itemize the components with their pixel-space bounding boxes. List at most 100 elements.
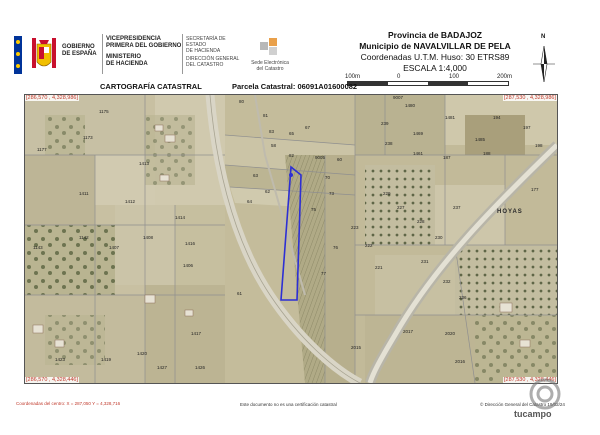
parcel-label: 63	[253, 173, 259, 178]
parcel-label: 1414	[175, 215, 186, 220]
parcel-label: 1175	[99, 109, 109, 114]
parcel-label: 197	[523, 125, 531, 130]
parcel-label: 80	[239, 99, 245, 104]
north-arrow-icon	[533, 45, 555, 83]
parcel-label: 221	[375, 265, 383, 270]
parcel-label: 58	[271, 143, 277, 148]
scale-tick: 0	[397, 74, 401, 80]
parcel-label: 61	[237, 291, 243, 296]
parcel-label: 1412	[125, 199, 136, 204]
parcel-label: 1177	[37, 147, 47, 152]
parcel-label: 227	[397, 205, 405, 210]
header: GOBIERNO DE ESPAÑA VICEPRESIDENCIA PRIMERA…	[0, 0, 600, 91]
municipality-title: Municipio de NAVALVILLAR DE PELA	[359, 41, 511, 51]
parcel-label: 1469	[413, 131, 424, 136]
parcel-label: 9005	[315, 155, 326, 160]
scale-tick: 100	[449, 74, 460, 80]
parcel-label: 2020	[445, 331, 456, 336]
parcel-label: 1461	[413, 151, 424, 156]
parcel-label: 1427	[157, 365, 168, 370]
parcel-label: 1411	[79, 191, 89, 196]
scale-tick: 200m	[497, 74, 513, 80]
gov-label: GOBIERNO DE ESPAÑA	[62, 44, 97, 57]
parcel-label: 2017	[403, 329, 414, 334]
parcel-label: 236	[459, 295, 467, 300]
parcel-label: 77	[321, 271, 327, 276]
caption-row: CARTOGRAFÍA CATASTRAL Parcela Catastral:…	[100, 82, 500, 94]
parcel-label: 198	[535, 143, 543, 148]
parcel-label: 1413	[139, 161, 150, 166]
coord-top-left: [286,570 , 4,328,986]	[25, 95, 79, 101]
coord-bottom-left: [286,570 , 4,328,446]	[25, 377, 79, 383]
parcel-label: 2015	[351, 345, 362, 350]
parcel-label: 1419	[101, 357, 112, 362]
tucampo-logo-icon	[529, 378, 561, 410]
place-label-hoyas: HOYAS	[497, 209, 523, 215]
parcel-label: 229	[383, 191, 391, 196]
parcel-label: 188	[483, 151, 491, 156]
vicepresidency-label: VICEPRESIDENCIA PRIMERA DEL GOBIERNO	[106, 36, 182, 49]
parcel-label: 187	[443, 155, 451, 160]
coordinate-system: Coordenadas U.T.M. Huso: 30 ETRS89	[360, 52, 510, 62]
sede-label: Sede Electrónica del Catastro	[251, 60, 289, 72]
parcel-label: 1406	[183, 263, 194, 268]
parcel-label: 237	[453, 205, 461, 210]
parcel-label: 64	[247, 199, 253, 204]
parcel-label: 75	[311, 207, 317, 212]
parcel-label: 1142	[79, 235, 89, 240]
parcel-label: 1480	[405, 103, 416, 108]
parcel-label: 81	[263, 113, 269, 118]
parcel-label: 194	[493, 115, 501, 120]
scale-label: ESCALA 1:4,000	[403, 63, 467, 73]
parcel-label: 177	[531, 187, 539, 192]
parcel-label: 1408	[143, 235, 154, 240]
parcel-label: 228	[417, 219, 425, 224]
parcel-label: 1407	[109, 245, 120, 250]
parcel-label: 1417	[191, 331, 202, 336]
parcel-label: 62	[265, 189, 271, 194]
parcel-label: 223	[351, 225, 359, 230]
parcel-label: 1485	[475, 137, 486, 142]
cartography-caption: CARTOGRAFÍA CATASTRAL	[100, 82, 202, 91]
parcel-label: 83	[269, 129, 275, 134]
title-block: Provincia de BADAJOZ Municipio de NAVALV…	[320, 30, 550, 74]
province-title: Provincia de BADAJOZ	[388, 30, 482, 40]
sede-logo-icon	[260, 38, 277, 55]
parcel-label: 239	[381, 121, 389, 126]
parcel-label: 1426	[195, 365, 206, 370]
notice-text: Este documento no es una certificación c…	[240, 402, 337, 407]
parcel-label: 67	[305, 125, 311, 130]
secretariat-label: SECRETARÍA DE ESTADO DE HACIENDA	[186, 36, 226, 54]
ministry-label: MINISTERIO DE HACIENDA	[106, 54, 148, 67]
parcel-label: 60	[337, 157, 343, 162]
directorate-label: DIRECCIÓN GENERAL DEL CATASTRO	[186, 56, 240, 68]
parcel-label: 9007	[393, 95, 404, 100]
parcel-label: 82	[289, 153, 295, 158]
cadastral-map[interactable]: 1177 1173 1175 1413 1412 1411 1408 1407 …	[24, 94, 558, 384]
parcel-label: 238	[385, 141, 393, 146]
parcel-label: 1423	[55, 357, 66, 362]
government-logo: GOBIERNO DE ESPAÑA VICEPRESIDENCIA PRIMERA…	[14, 34, 244, 78]
parcel-label: 231	[421, 259, 429, 264]
eu-flag-icon	[14, 36, 22, 74]
parcel-label: 70	[325, 175, 331, 180]
parcel-label: 73	[329, 191, 335, 196]
parcel-label: 76	[333, 245, 339, 250]
parcel-label: 222	[365, 243, 373, 248]
parcel-caption: Parcela Catastral: 06091A01600082	[232, 82, 358, 91]
north-label: N	[541, 34, 546, 40]
coord-top-right: [287,530 , 4,328,986]	[503, 95, 557, 101]
parcel-label: 65	[289, 131, 295, 136]
parcel-label: 2016	[455, 359, 466, 364]
footer: Coordenadas del centro: X = 287,050 Y = …	[0, 378, 600, 435]
parcel-label: 1143	[33, 245, 43, 250]
parcel-label: 1416	[185, 241, 196, 246]
parcel-labels: 1177 1173 1175 1413 1412 1411 1408 1407 …	[25, 95, 557, 383]
scale-tick: 100m	[345, 74, 361, 80]
parcel-label: 230	[435, 235, 443, 240]
watermark-text: tucampo	[514, 409, 552, 419]
center-coordinates: Coordenadas del centro: X = 287,050 Y = …	[16, 401, 121, 406]
parcel-label: 232	[443, 279, 451, 284]
parcel-label: 1173	[83, 135, 93, 140]
parcel-label: 1420	[137, 351, 148, 356]
